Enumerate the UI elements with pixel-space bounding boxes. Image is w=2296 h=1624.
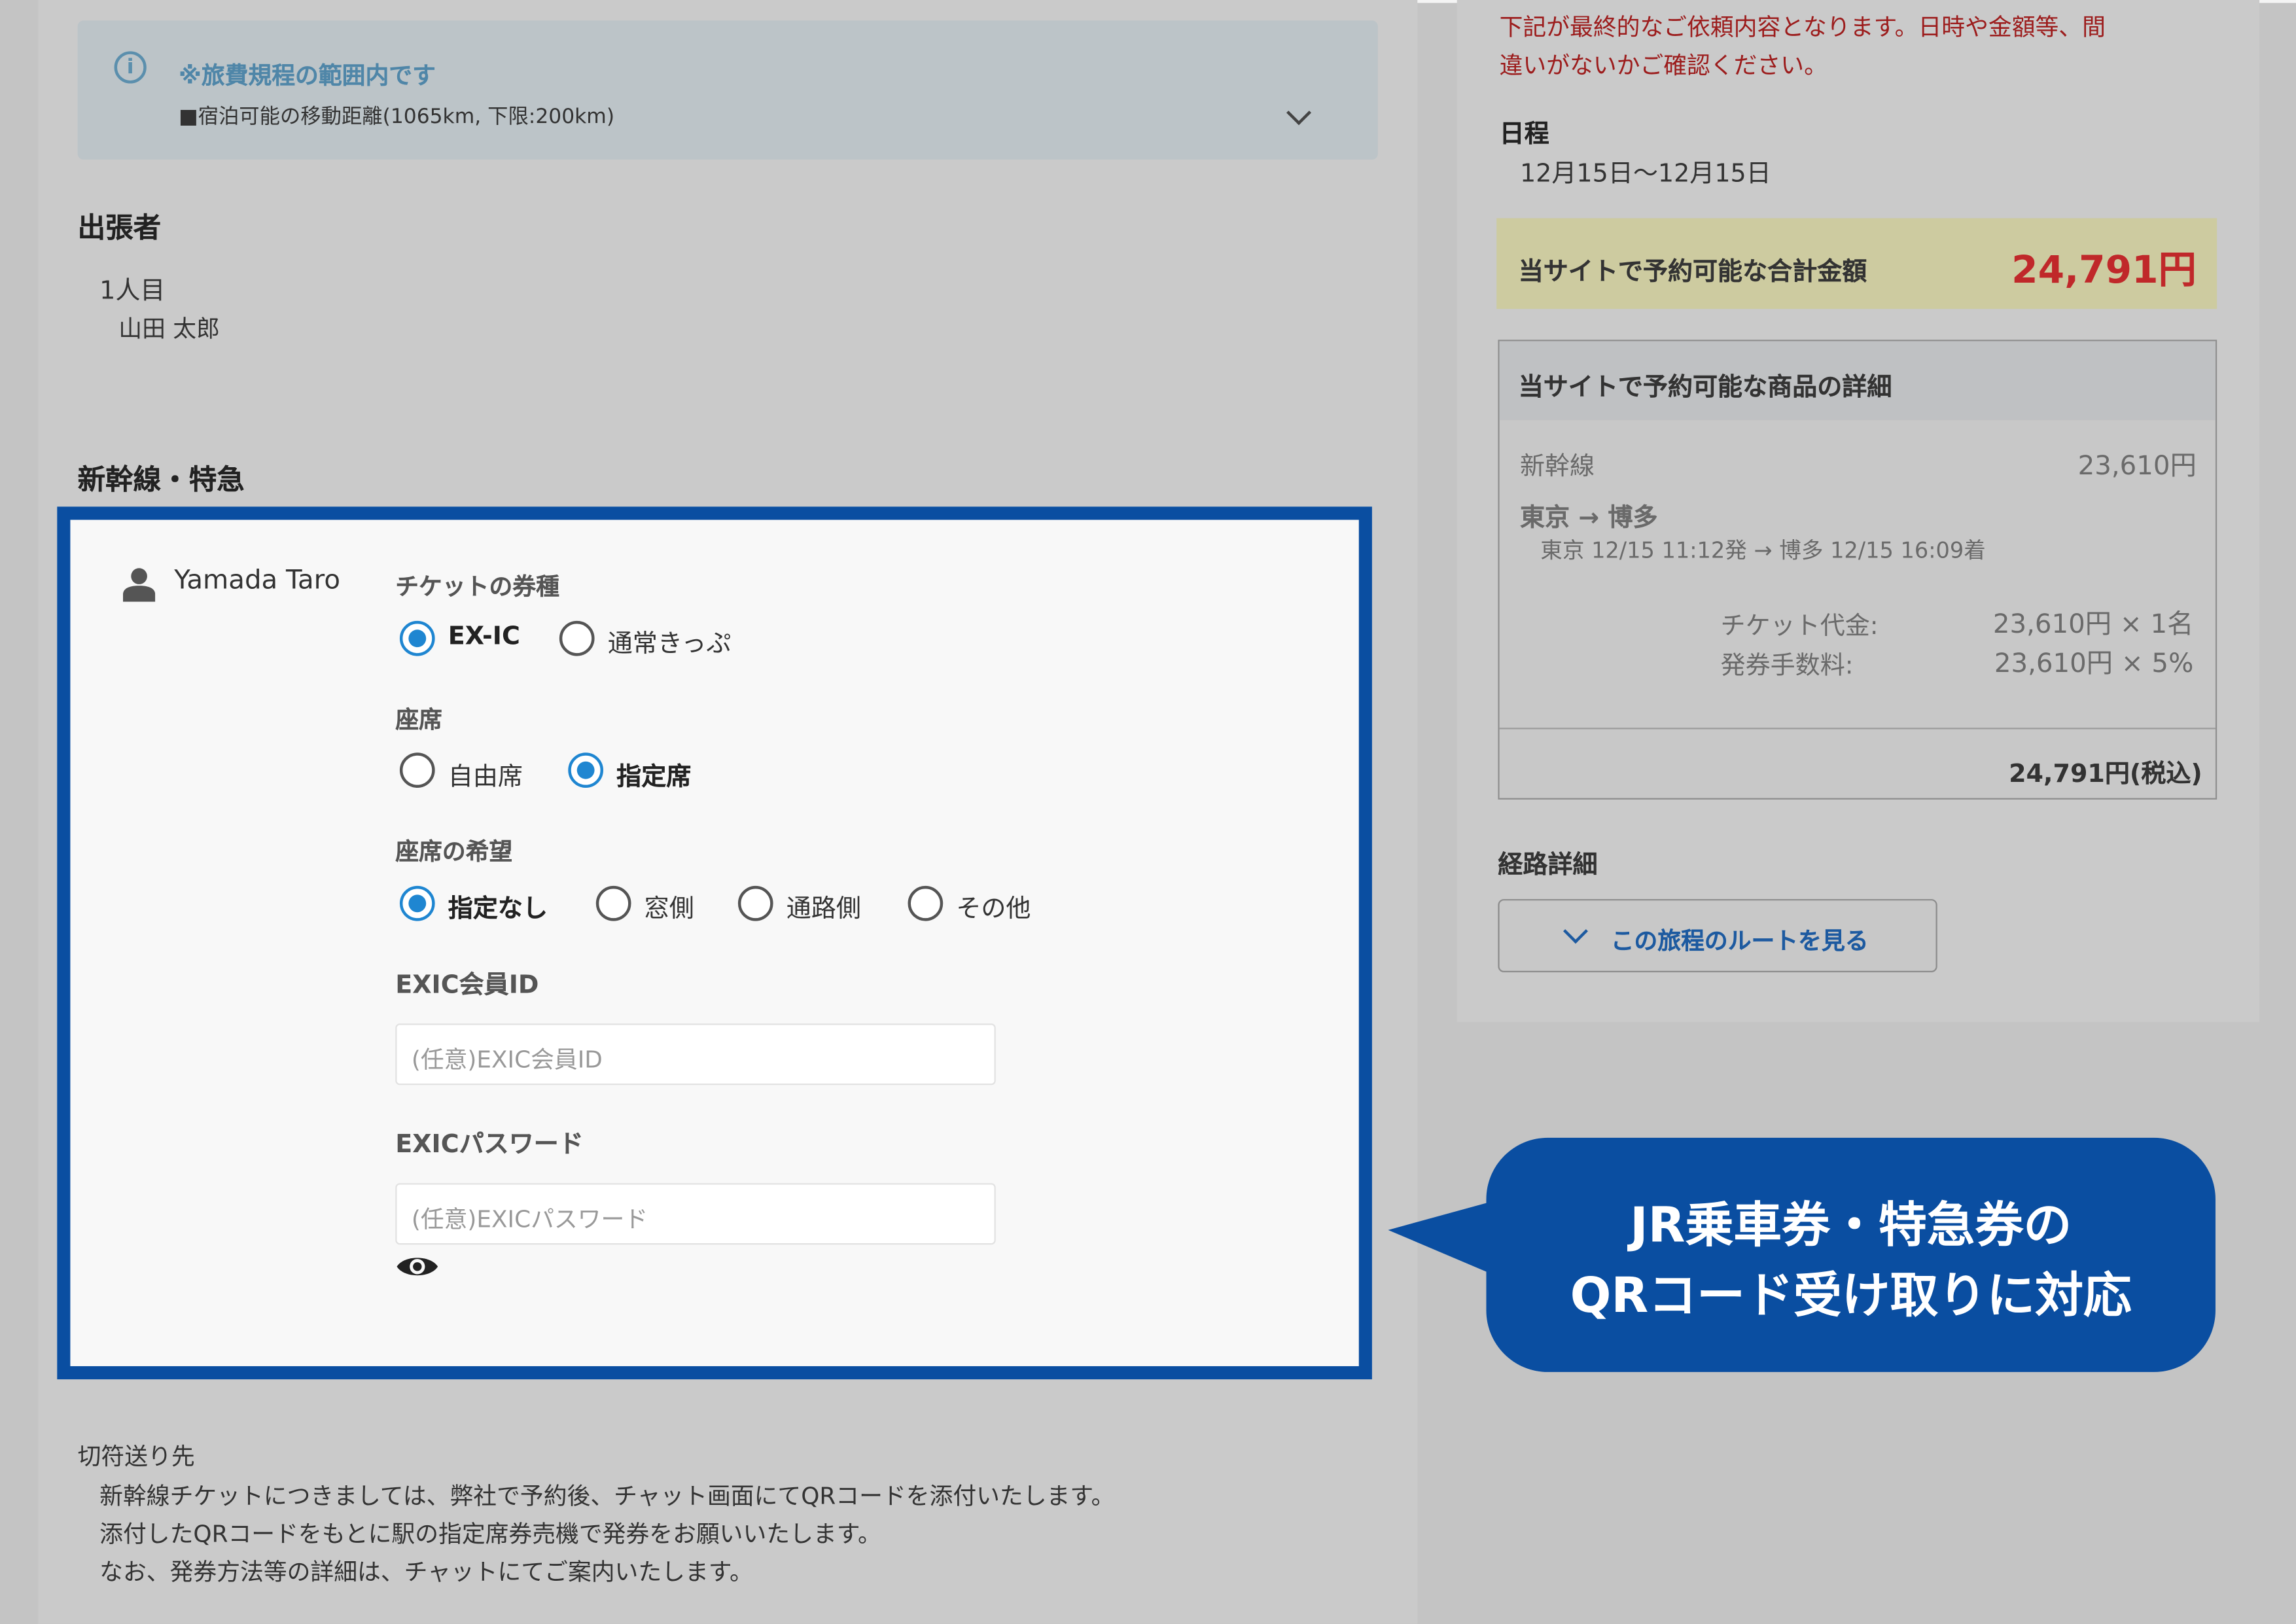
delivery-line: なお、発券方法等の詳細は、チャットにてご案内いたします。	[99, 1558, 753, 1586]
radio-reserved[interactable]	[568, 752, 604, 788]
ticket-fee-value: 23,610円 × 1名	[1992, 609, 2194, 640]
confirmation-warning-line2: 違いがないかご確認ください。	[1499, 51, 1828, 79]
radio-reserved-label[interactable]: 指定席	[616, 756, 691, 792]
issue-fee-label: 発券手数料:	[1720, 651, 1854, 681]
detail-divider	[1499, 728, 2216, 730]
person-icon	[122, 568, 156, 602]
exic-password-input[interactable]: (任意)EXICパスワード	[395, 1183, 996, 1245]
route-times: 東京 12/15 11:12発 → 博多 12/15 16:09着	[1540, 537, 1986, 564]
radio-no-preference-label[interactable]: 指定なし	[448, 887, 548, 924]
seat-label: 座席	[395, 705, 442, 734]
total-amount-value: 24,791円	[2011, 249, 2197, 293]
grand-total: 24,791円(税込)	[2009, 760, 2202, 790]
exic-password-label: EXICパスワード	[395, 1130, 584, 1160]
radio-ex-ic[interactable]	[399, 620, 435, 656]
schedule-label: 日程	[1499, 120, 1549, 150]
radio-ex-ic-label[interactable]: EX-IC	[448, 622, 520, 652]
view-route-button-label[interactable]: この旅程のルートを見る	[1611, 921, 1869, 957]
radio-window[interactable]	[595, 885, 631, 921]
radio-non-reserved[interactable]	[399, 752, 435, 788]
radio-regular-ticket-label[interactable]: 通常きっぷ	[608, 622, 732, 659]
policy-notice-detail: ■宿泊可能の移動距離(1065km, 下限:200km)	[179, 105, 615, 129]
radio-window-label[interactable]: 窓側	[645, 887, 694, 924]
policy-notice-title: ※旅費規程の範囲内です	[179, 61, 436, 90]
train-section-title: 新幹線・特急	[77, 464, 245, 497]
delivery-line: 新幹線チケットにつきましては、弊社で予約後、チャット画面にてQRコードを添付いた…	[99, 1481, 1115, 1510]
issue-fee-value: 23,610円 × 5%	[1994, 648, 2194, 680]
route-detail-label: 経路詳細	[1498, 851, 1598, 880]
passenger-name: Yamada Taro	[174, 565, 340, 596]
radio-no-preference[interactable]	[399, 885, 435, 921]
radio-aisle[interactable]	[737, 885, 773, 921]
route-main: 東京 → 博多	[1519, 503, 1658, 533]
exic-member-id-placeholder: (任意)EXIC会員ID	[411, 1045, 603, 1074]
eye-icon[interactable]	[395, 1252, 439, 1281]
ticket-fee-label: チケット代金:	[1720, 612, 1879, 642]
delivery-line: 添付したQRコードをもとに駅の指定席券売機で発券をお願いいたします。	[99, 1519, 881, 1548]
traveler-name: 山田 太郎	[118, 315, 220, 343]
total-amount-label: 当サイトで予約可能な合計金額	[1518, 257, 1867, 287]
callout-line2: QRコード受け取りに対応	[1570, 1266, 2132, 1324]
product-detail-title: 当サイトで予約可能な商品の詳細	[1518, 373, 1892, 403]
traveler-index: 1人目	[99, 276, 166, 306]
delivery-title: 切符送り先	[77, 1442, 195, 1470]
exic-member-id-label: EXIC会員ID	[395, 970, 539, 1000]
radio-other-label[interactable]: その他	[956, 887, 1031, 924]
radio-aisle-label[interactable]: 通路側	[786, 887, 861, 924]
confirmation-warning-line1: 下記が最終的なご依頼内容となります。日時や金額等、間	[1499, 13, 2106, 41]
traveler-section-title: 出張者	[77, 212, 162, 245]
ticket-type-label: チケットの券種	[395, 573, 559, 601]
schedule-value: 12月15日〜12月15日	[1519, 159, 1771, 189]
exic-member-id-input[interactable]: (任意)EXIC会員ID	[395, 1023, 996, 1086]
item-price: 23,610円	[2077, 451, 2197, 482]
radio-other[interactable]	[908, 885, 944, 921]
radio-non-reserved-label[interactable]: 自由席	[448, 756, 523, 792]
item-name: 新幹線	[1519, 452, 1595, 482]
info-circle-icon: i	[114, 51, 147, 84]
callout-line1: JR乗車券・特急券の	[1630, 1196, 2072, 1254]
seat-preference-label: 座席の希望	[395, 838, 513, 866]
radio-regular-ticket[interactable]	[559, 620, 595, 656]
exic-password-placeholder: (任意)EXICパスワード	[411, 1205, 648, 1233]
